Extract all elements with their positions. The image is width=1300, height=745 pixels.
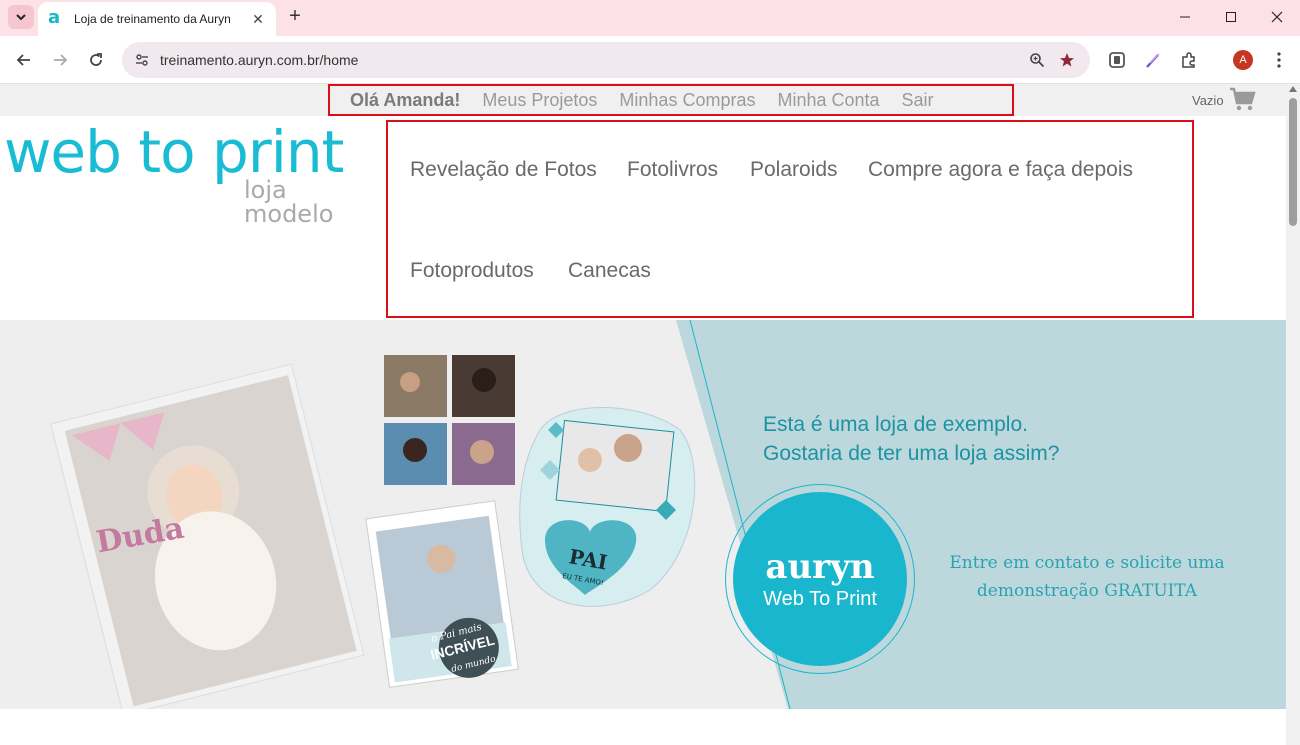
cart-icon — [1229, 87, 1256, 111]
link-minhas-compras[interactable]: Minhas Compras — [619, 90, 755, 111]
promo-cta-line1: Entre em contato e solicite uma — [949, 553, 1225, 573]
forward-button[interactable] — [48, 48, 72, 72]
auryn-favicon-icon: a — [48, 7, 61, 28]
close-tab-icon[interactable]: ✕ — [250, 11, 266, 28]
logo-sub-text: loja modelo — [244, 176, 334, 228]
user-bar: Olá Amanda! Meus Projetos Minhas Compras… — [0, 84, 1286, 116]
browser-toolbar: treinamento.auryn.com.br/home A — [0, 36, 1300, 84]
link-meus-projetos[interactable]: Meus Projetos — [482, 90, 597, 111]
promo-headline-line1: Esta é uma loja de exemplo. — [763, 413, 1028, 436]
reload-button[interactable] — [84, 48, 108, 72]
extensions-puzzle-icon[interactable] — [1177, 48, 1201, 72]
site-logo[interactable]: web to print loja modelo — [4, 118, 344, 226]
arrow-left-icon — [16, 54, 30, 66]
nav-fotolivros[interactable]: Fotolivros — [627, 158, 718, 182]
zoom-icon[interactable] — [1022, 48, 1052, 72]
profile-avatar[interactable]: A — [1231, 48, 1255, 72]
user-greeting: Olá Amanda! — [350, 89, 461, 110]
new-tab-button[interactable]: + — [284, 6, 306, 28]
address-bar[interactable]: treinamento.auryn.com.br/home — [122, 42, 1090, 78]
nav-canecas[interactable]: Canecas — [568, 259, 651, 283]
promo-cta-line2: demonstração GRATUITA — [976, 581, 1198, 601]
avatar: A — [1233, 50, 1253, 70]
maximize-icon — [1226, 12, 1236, 22]
cart-status-label: Vazio — [1192, 92, 1224, 108]
site-header: web to print loja modelo Revelação de Fo… — [0, 116, 1286, 320]
promo-cta: Entre em contato e solicite uma demonstr… — [912, 549, 1262, 605]
browser-menu-button[interactable] — [1267, 48, 1291, 72]
close-icon — [1271, 11, 1283, 23]
hero-banner[interactable]: o Pai mais INCRÍVEL do mundo PAI EU TE A… — [0, 320, 1286, 709]
link-minha-conta[interactable]: Minha Conta — [777, 90, 879, 111]
reload-icon — [90, 53, 102, 66]
feather-extension-icon[interactable] — [1141, 48, 1165, 72]
auryn-badge-tagline: Web To Print — [763, 588, 877, 610]
password-manager-extension-icon[interactable] — [1105, 48, 1129, 72]
banner-artwork: o Pai mais INCRÍVEL do mundo PAI EU TE A… — [50, 320, 1286, 709]
scrollbar-thumb[interactable] — [1289, 98, 1297, 226]
photo-prints-image — [384, 355, 515, 485]
url-text: treinamento.auryn.com.br/home — [160, 52, 359, 68]
magnet-image — [519, 407, 696, 607]
link-sair[interactable]: Sair — [902, 90, 934, 111]
minimize-button[interactable] — [1162, 0, 1208, 34]
user-navigation: Olá Amanda! Meus Projetos Minhas Compras… — [328, 84, 1014, 116]
browser-tab-active[interactable]: a Loja de treinamento da Auryn ✕ — [38, 2, 276, 36]
shopping-cart[interactable]: Vazio — [1192, 87, 1256, 113]
arrow-right-icon — [54, 54, 68, 66]
bookmark-star-icon[interactable] — [1052, 48, 1082, 72]
nav-fotoprodutos[interactable]: Fotoprodutos — [410, 259, 534, 283]
page-scrollbar[interactable] — [1286, 84, 1300, 745]
site-info-icon[interactable] — [130, 48, 154, 72]
more-vertical-icon — [1277, 52, 1281, 68]
minimize-icon — [1180, 16, 1190, 18]
auryn-badge-name: auryn — [765, 547, 875, 587]
nav-polaroids[interactable]: Polaroids — [750, 158, 838, 182]
page-viewport: Olá Amanda! Meus Projetos Minhas Compras… — [0, 84, 1286, 745]
tab-strip: a Loja de treinamento da Auryn ✕ + — [0, 0, 1300, 36]
auryn-logo-badge: auryn Web To Print — [733, 492, 907, 666]
nav-compre-agora[interactable]: Compre agora e faça depois — [868, 158, 1133, 182]
logo-main-text: web to print — [4, 118, 344, 186]
scroll-up-arrow-icon[interactable] — [1289, 86, 1297, 92]
close-window-button[interactable] — [1254, 0, 1300, 34]
main-navigation: Revelação de Fotos Fotolivros Polaroids … — [386, 120, 1194, 318]
promo-headline: Esta é uma loja de exemplo. Gostaria de … — [763, 410, 1059, 468]
back-button[interactable] — [12, 48, 36, 72]
promo-headline-line2: Gostaria de ter uma loja assim? — [763, 442, 1060, 465]
tab-title: Loja de treinamento da Auryn — [74, 12, 231, 26]
nav-revelacao-de-fotos[interactable]: Revelação de Fotos — [410, 158, 597, 182]
chevron-down-icon — [16, 14, 26, 21]
maximize-button[interactable] — [1208, 0, 1254, 34]
content-below-banner — [0, 709, 1286, 745]
tab-search-button[interactable] — [8, 5, 34, 29]
